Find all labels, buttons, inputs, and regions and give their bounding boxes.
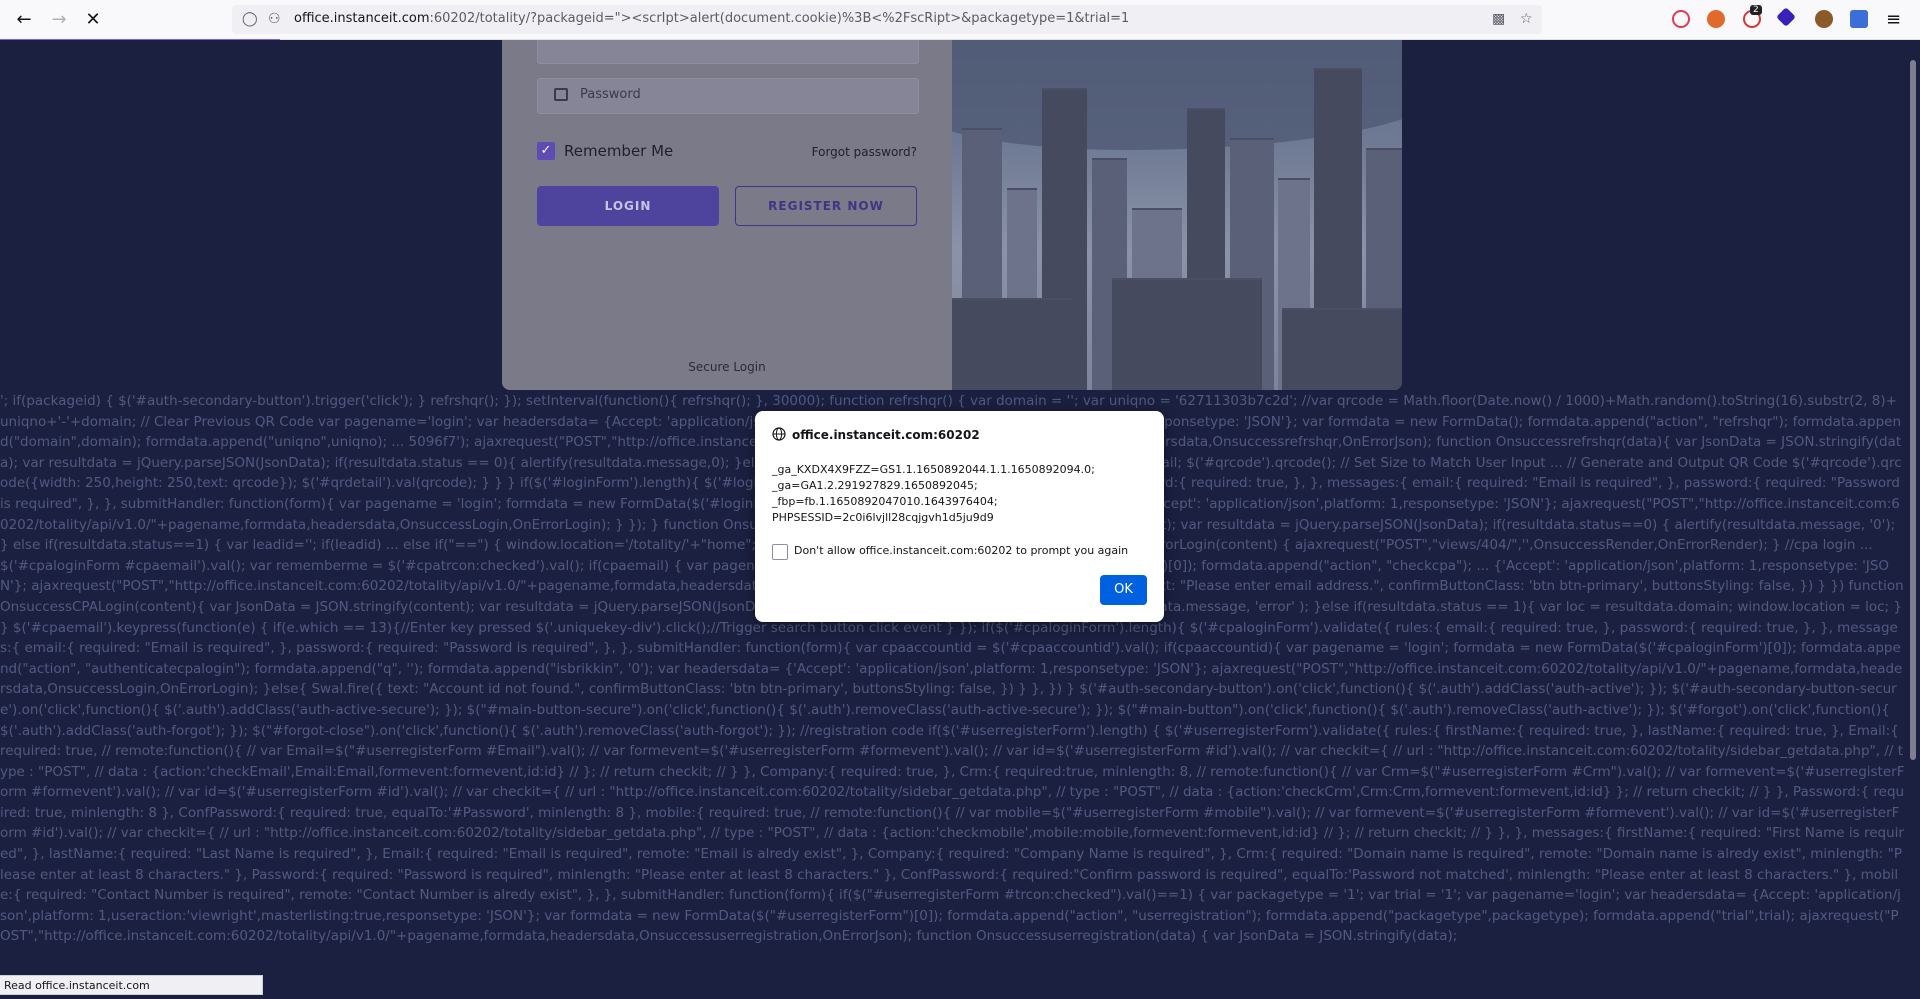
back-icon[interactable]: ←: [12, 8, 36, 32]
notification-badge: 2: [1750, 5, 1762, 15]
extension-icon[interactable]: [1707, 10, 1725, 28]
remember-me-checkbox[interactable]: ✓: [537, 142, 555, 160]
dialog-origin: office.instanceit.com:60202: [792, 428, 980, 442]
alert-dialog: office.instanceit.com:60202 _ga_KXDX4X9F…: [755, 411, 1164, 622]
remember-me-label: Remember Me: [564, 142, 674, 160]
email-field[interactable]: [537, 40, 919, 64]
city-skyline-image: [952, 40, 1402, 390]
secure-login-link[interactable]: Secure Login: [502, 360, 952, 374]
password-field[interactable]: Password: [537, 78, 919, 114]
page-info-icon[interactable]: ⚇: [268, 11, 281, 27]
ok-button[interactable]: OK: [1100, 575, 1147, 605]
dialog-message: _ga_KXDX4X9FZZ=GS1.1.1650892044.1.1.1650…: [772, 462, 1152, 526]
cookie-icon[interactable]: [1815, 10, 1833, 28]
forgot-password-link[interactable]: Forgot password?: [812, 145, 917, 159]
login-button[interactable]: LOGIN: [537, 186, 719, 226]
translate-extension-icon[interactable]: [1850, 10, 1868, 28]
extension-diamond-icon[interactable]: [1776, 7, 1796, 27]
login-form: Password ✓ Remember Me Forgot password? …: [502, 40, 952, 390]
status-bar: Read office.instanceit.com: [0, 975, 263, 995]
address-bar[interactable]: ◯ ⚇ office.instanceit.com:60202/totality…: [232, 5, 1542, 34]
browser-toolbar: ← → ✕ ◯ ⚇ office.instanceit.com:60202/to…: [0, 0, 1920, 40]
stop-loading-icon[interactable]: ✕: [81, 8, 105, 32]
globe-icon: [772, 427, 786, 441]
dont-allow-label[interactable]: Don't allow office.instanceit.com:60202 …: [794, 544, 1128, 557]
translate-icon[interactable]: ▩: [1492, 11, 1505, 27]
cookie-line: _fbp=fb.1.1650892047010.1643976404;: [772, 495, 998, 508]
cookie-line: _ga=GA1.2.291927829.1650892045;: [772, 479, 978, 492]
cookie-line: _ga_KXDX4X9FZZ=GS1.1.1650892044.1.1.1650…: [772, 463, 1095, 476]
password-placeholder: Password: [580, 87, 641, 102]
shield-icon[interactable]: ◯: [242, 11, 258, 27]
login-card: Password ✓ Remember Me Forgot password? …: [502, 40, 1402, 390]
scrollbar-thumb[interactable]: [1910, 60, 1916, 760]
lock-icon: [554, 88, 568, 101]
dont-allow-checkbox[interactable]: [772, 544, 788, 560]
bookmark-star-icon[interactable]: ☆: [1520, 11, 1533, 27]
register-now-button[interactable]: REGISTER NOW: [735, 186, 917, 226]
vertical-scrollbar[interactable]: [1905, 40, 1920, 999]
pocket-icon[interactable]: [1672, 10, 1690, 28]
forward-icon[interactable]: →: [47, 8, 71, 32]
cookie-line: PHPSESSID=2c0i6lvjll28cqjgvh1d5ju9d9: [772, 511, 994, 524]
menu-icon[interactable]: ≡: [1886, 9, 1901, 30]
url-text[interactable]: office.instanceit.com:60202/totality/?pa…: [294, 11, 1129, 26]
